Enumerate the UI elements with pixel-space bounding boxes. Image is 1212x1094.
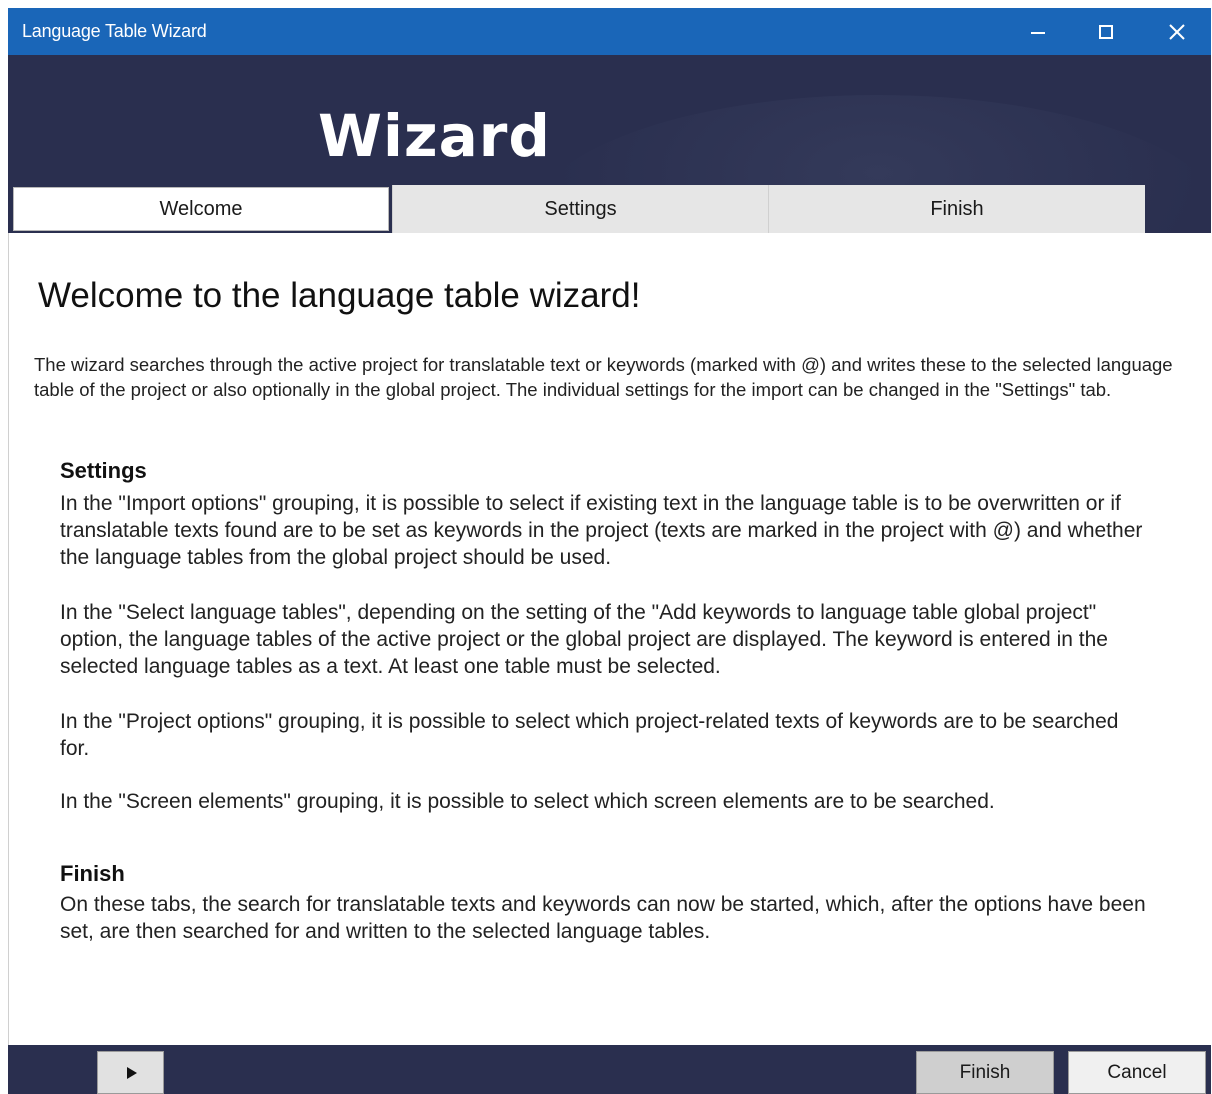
- button-bar: Finish Cancel: [8, 1045, 1211, 1094]
- settings-paragraph-screen-elements: In the "Screen elements" grouping, it is…: [60, 790, 995, 813]
- tab-finish[interactable]: Finish: [768, 185, 1145, 233]
- minimize-button[interactable]: [1009, 8, 1067, 55]
- tab-welcome[interactable]: Welcome: [13, 187, 389, 231]
- window-title: Language Table Wizard: [22, 21, 207, 41]
- maximize-icon: [1099, 24, 1113, 39]
- maximize-button[interactable]: [1077, 8, 1135, 55]
- finish-button[interactable]: Finish: [916, 1051, 1054, 1094]
- banner-heading: Wizard: [318, 102, 551, 170]
- next-button[interactable]: [97, 1051, 164, 1094]
- close-button[interactable]: [1148, 8, 1206, 55]
- intro-text: The wizard searches through the active p…: [34, 354, 1173, 400]
- close-icon: [1169, 23, 1185, 40]
- cancel-button[interactable]: Cancel: [1068, 1051, 1206, 1094]
- settings-heading: Settings: [60, 458, 147, 483]
- minimize-icon: [1031, 31, 1045, 34]
- welcome-page: Welcome to the language table wizard! Th…: [8, 233, 1211, 1045]
- title-bar: Language Table Wizard: [8, 8, 1211, 55]
- page-title: Welcome to the language table wizard!: [38, 276, 641, 315]
- play-icon: [127, 1066, 137, 1079]
- finish-heading: Finish: [60, 861, 125, 886]
- settings-paragraph-language-tables: In the "Select language tables", dependi…: [60, 601, 1108, 678]
- finish-paragraph: On these tabs, the search for translatab…: [60, 893, 1146, 943]
- wizard-window: Language Table Wizard Wizard Welcome Set…: [8, 8, 1211, 1094]
- tab-settings[interactable]: Settings: [392, 185, 768, 233]
- settings-paragraph-project-options: In the "Project options" grouping, it is…: [60, 710, 1119, 760]
- settings-paragraph-import-options: In the "Import options" grouping, it is …: [60, 492, 1143, 569]
